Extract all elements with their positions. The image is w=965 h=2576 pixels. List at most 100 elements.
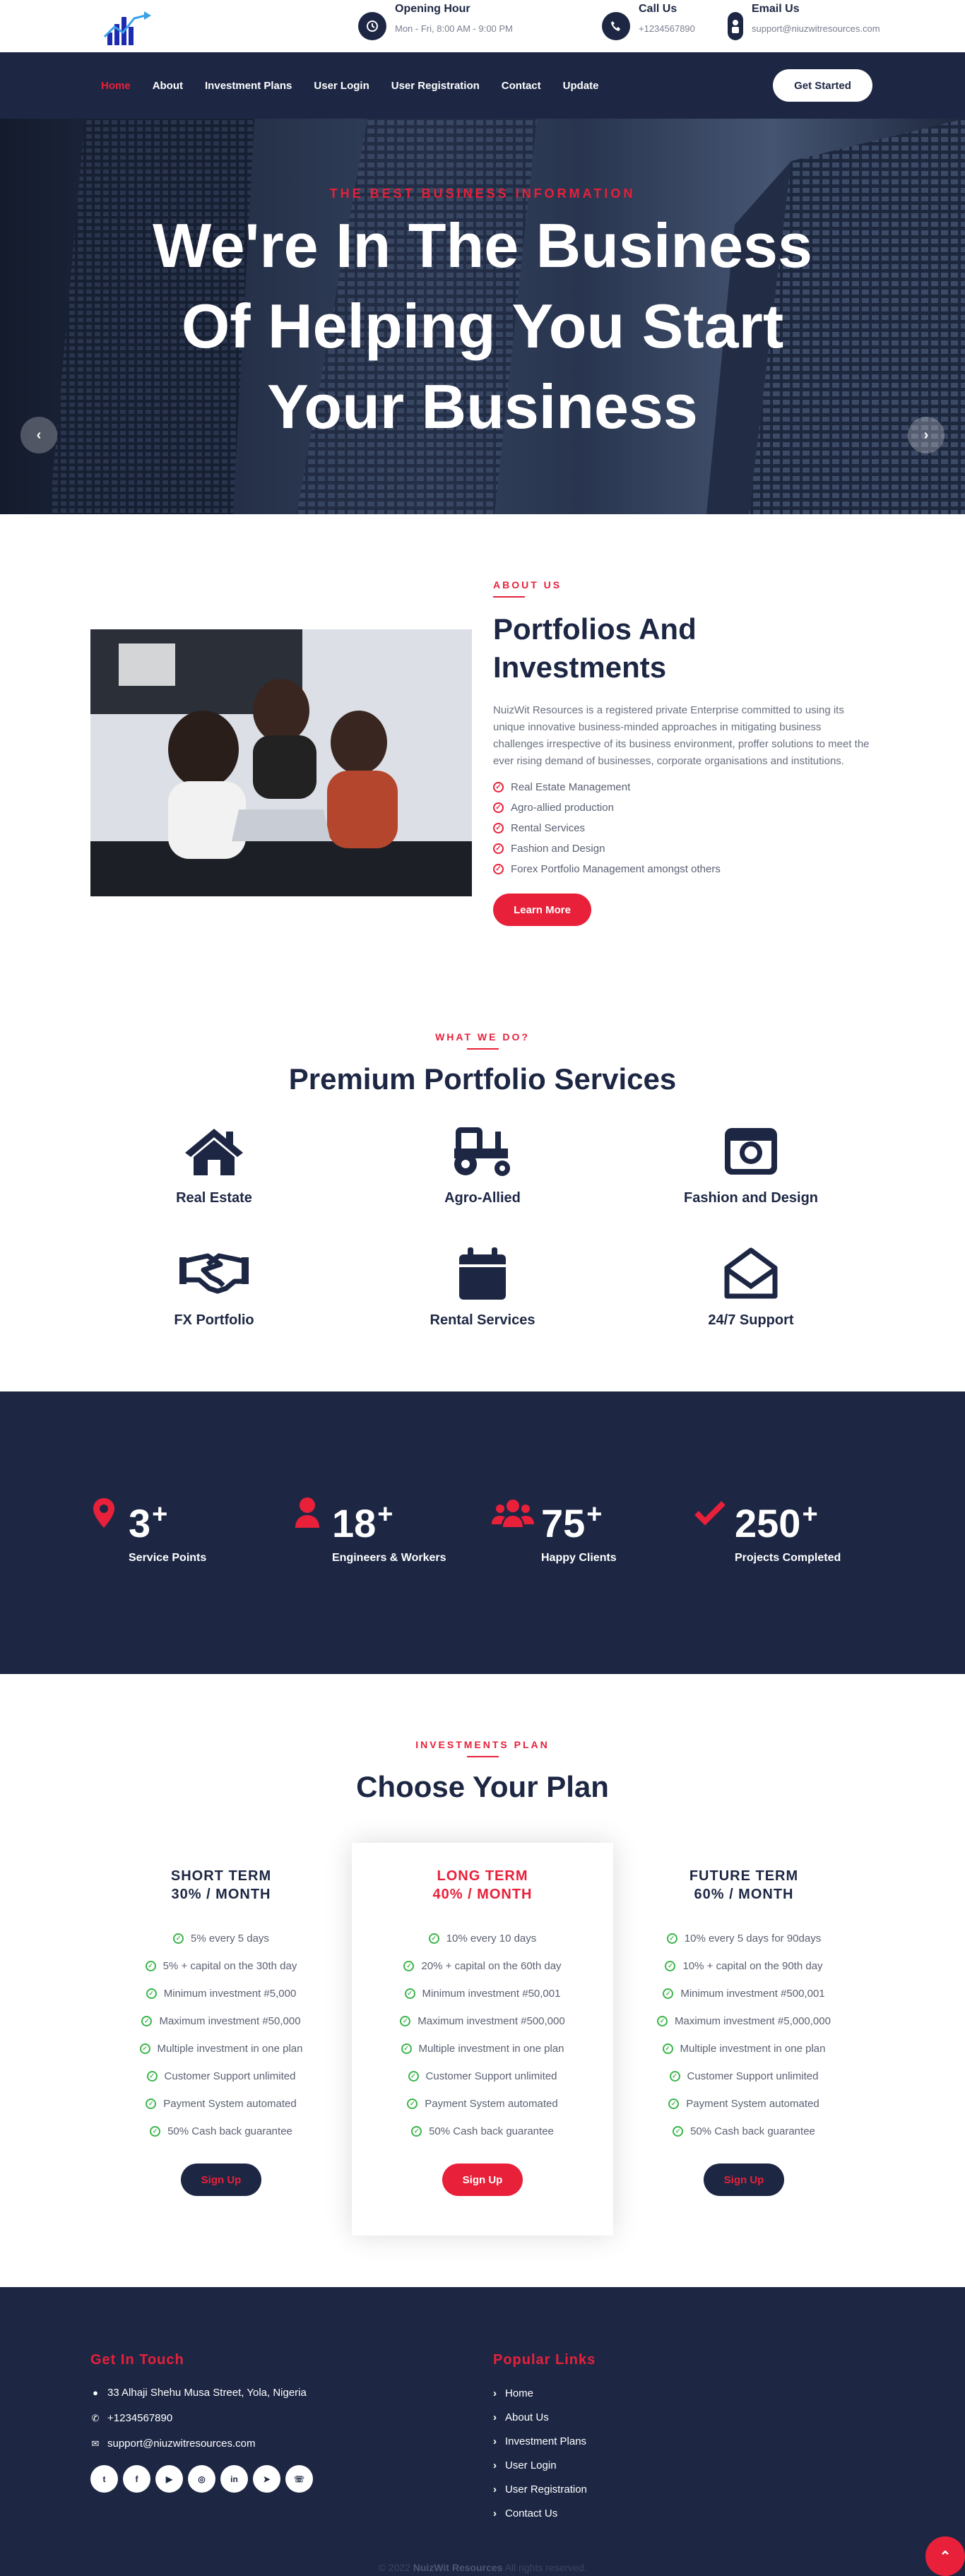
check-circle-icon: ✓ (408, 2071, 419, 2082)
nav-user-registration[interactable]: User Registration (391, 80, 480, 92)
list-item: ✓ Maximum investment #500,000 (352, 2007, 613, 2035)
list-item: ✓ Real Estate Management (493, 777, 875, 797)
long-term-signup-button[interactable]: Sign Up (442, 2164, 523, 2196)
phone-icon: ✆ (91, 2412, 100, 2423)
short-term-signup-button[interactable]: Sign Up (181, 2164, 261, 2196)
telegram-icon[interactable]: ➤ (253, 2465, 280, 2493)
check-circle-icon: ✓ (657, 2016, 668, 2026)
social-links: t f ▶ ◎ in ➤ ☏ (90, 2465, 313, 2493)
list-item: ✓ 50% Cash back guarantee (352, 2118, 613, 2145)
phone-icon (602, 12, 630, 40)
facts-section: 3+ Service Points 18+ Engineers & Worker… (0, 1391, 965, 1674)
check-circle-icon: ✓ (403, 1961, 415, 1971)
nav-update[interactable]: Update (563, 80, 599, 92)
carousel-prev-button[interactable]: ‹ (20, 417, 57, 453)
nav-about[interactable]: About (153, 80, 183, 92)
fact-engineers: 18+ Engineers & Workers (290, 1492, 446, 1565)
list-item: ✓ 20% + capital on the 60th day (352, 1952, 613, 1980)
service-fashion-design[interactable]: Fashion and Design (645, 1124, 857, 1206)
list-item: ✓ 50% Cash back guarantee (90, 2118, 352, 2145)
handshake-icon (108, 1246, 320, 1301)
check-circle-icon: ✓ (428, 1933, 439, 1944)
chevron-right-icon: › (493, 2507, 497, 2519)
footer-link-user-registration[interactable]: › User Registration (493, 2477, 596, 2501)
whatsapp-icon[interactable]: ☏ (285, 2465, 313, 2493)
check-circle-icon: ✓ (141, 2016, 153, 2026)
plan-long-term: LONG TERM 40% / MONTH ✓ 10% every 10 days… (352, 1843, 613, 2236)
list-item: ✓ Minimum investment #500,001 (613, 1980, 875, 2007)
footer-address: ● 33 Alhaji Shehu Musa Street, Yola, Nige… (90, 2387, 313, 2399)
list-item: ✓ Payment System automated (90, 2090, 352, 2118)
carousel-next-button[interactable]: › (908, 417, 945, 453)
tractor-icon (377, 1124, 588, 1179)
get-started-button[interactable]: Get Started (773, 69, 872, 102)
house-icon (108, 1124, 320, 1179)
service-fx-portfolio[interactable]: FX Portfolio (108, 1246, 320, 1329)
fact-happy-clients: 75+ Happy Clients (492, 1492, 617, 1565)
nav-investment-plans[interactable]: Investment Plans (205, 80, 292, 92)
check-circle-icon: ✓ (493, 802, 504, 813)
footer-phone: ✆ +1234567890 (91, 2412, 173, 2424)
twitter-icon[interactable]: t (90, 2465, 118, 2493)
footer-email: ✉ support@niuzwitresources.com (91, 2438, 256, 2450)
pricing-section: INVESTMENTS PLAN Choose Your Plan SHORT … (0, 1674, 965, 2287)
envelope-icon: ✉ (91, 2438, 100, 2449)
fact-projects-completed: 250+ Projects Completed (692, 1492, 841, 1565)
hero-title: We're In The Business Of Helping You Sta… (153, 210, 812, 441)
footer-contact-title: Get In Touch (90, 2352, 184, 2368)
footer-link-contact[interactable]: › Contact Us (493, 2501, 596, 2525)
footer-links-title: Popular Links (493, 2352, 596, 2368)
services-title: Premium Portfolio Services (288, 1062, 677, 1096)
nav-links: Home About Investment Plans User Login U… (101, 80, 598, 92)
check-icon (692, 1492, 728, 1534)
list-item: ✓ 5% + capital on the 30th day (90, 1952, 352, 1980)
chevron-up-icon: ⌃ (939, 2548, 952, 2565)
footer-contact: Get In Touch ● 33 Alhaji Shehu Musa Stree… (90, 2352, 313, 2493)
call-us-value[interactable]: +1234567890 (639, 22, 695, 36)
instagram-icon[interactable]: ◎ (188, 2465, 215, 2493)
check-circle-icon: ✓ (663, 1988, 674, 1999)
service-real-estate[interactable]: Real Estate (108, 1124, 320, 1206)
hero-content: THE BEST BUSINESS INFORMATION We're In T… (0, 186, 965, 447)
nav-contact[interactable]: Contact (502, 80, 541, 92)
check-circle-icon: ✓ (146, 1988, 157, 1999)
check-circle-icon: ✓ (493, 782, 504, 793)
youtube-icon[interactable]: ▶ (155, 2465, 183, 2493)
list-item: ✓ Maximum investment #5,000,000 (613, 2007, 875, 2035)
facebook-icon[interactable]: f (123, 2465, 150, 2493)
user-icon (290, 1492, 325, 1534)
list-item: ✓ Forex Portfolio Management amongst othe… (493, 859, 875, 879)
check-circle-icon: ✓ (145, 1961, 156, 1971)
email-us-value[interactable]: support@niuzwitresources.com (752, 22, 880, 36)
fact-service-points: 3+ Service Points (86, 1492, 206, 1565)
service-support[interactable]: 24/7 Support (645, 1246, 857, 1329)
about-kicker: ABOUT US (493, 579, 562, 590)
hero-carousel: THE BEST BUSINESS INFORMATION We're In T… (0, 119, 965, 514)
learn-more-button[interactable]: Learn More (493, 894, 591, 926)
footer-link-home[interactable]: › Home (493, 2381, 596, 2405)
company-logo[interactable] (99, 6, 155, 48)
users-icon (492, 1492, 534, 1534)
list-item: ✓ 5% every 5 days (90, 1925, 352, 1952)
user-secret-icon (728, 12, 743, 40)
future-term-signup-button[interactable]: Sign Up (704, 2164, 784, 2196)
footer-link-about[interactable]: › About Us (493, 2405, 596, 2429)
footer-link-investment-plans[interactable]: › Investment Plans (493, 2429, 596, 2453)
check-circle-icon: ✓ (139, 2043, 150, 2054)
pricing-kicker: INVESTMENTS PLAN (415, 1739, 550, 1750)
back-to-top-button[interactable]: ⌃ (925, 2536, 965, 2576)
service-rental[interactable]: Rental Services (377, 1246, 588, 1329)
nav-home[interactable]: Home (101, 80, 131, 92)
footer-link-user-login[interactable]: › User Login (493, 2453, 596, 2477)
list-item: ✓ 10% every 5 days for 90days (613, 1925, 875, 1952)
nav-user-login[interactable]: User Login (314, 80, 369, 92)
linkedin-icon[interactable]: in (220, 2465, 248, 2493)
divider (466, 1756, 499, 1757)
list-item: ✓ Maximum investment #50,000 (90, 2007, 352, 2035)
check-circle-icon: ✓ (146, 2099, 157, 2109)
about-content: ABOUT US Portfolios And Investments Nuiz… (493, 579, 875, 926)
about-title: Portfolios And Investments (493, 612, 697, 684)
check-circle-icon: ✓ (411, 2126, 422, 2137)
check-circle-icon: ✓ (173, 1933, 184, 1944)
service-agro-allied[interactable]: Agro-Allied (377, 1124, 588, 1206)
